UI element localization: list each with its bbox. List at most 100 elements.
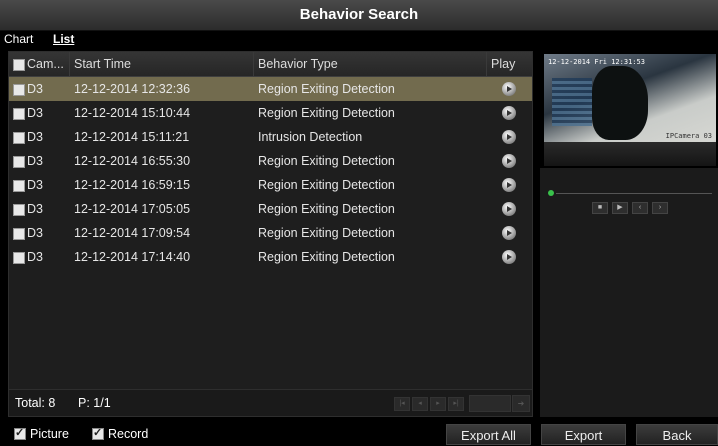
table-row[interactable]: D3 12-12-2014 16:59:15 Region Exiting Dete… [9,173,532,197]
row-camera[interactable]: D3 [13,77,43,101]
table-row[interactable]: D3 12-12-2014 17:05:05 Region Exiting Dete… [9,197,532,221]
prev-icon: ‹ [638,204,642,211]
stop-icon: ■ [597,204,603,211]
play-button[interactable]: ▶ [612,202,628,214]
table-row[interactable]: D3 12-12-2014 12:32:36 Region Exiting Dete… [9,77,532,101]
row-behavior-type: Region Exiting Detection [258,226,395,240]
row-start-time: 12-12-2014 17:14:40 [74,250,191,264]
back-button[interactable]: Back [636,424,718,445]
table-row[interactable]: D3 12-12-2014 17:14:40 Region Exiting Dete… [9,245,532,269]
play-icon: ▶ [617,204,623,211]
view-tabs: Chart List [0,31,718,51]
row-behavior-type: Region Exiting Detection [258,202,395,216]
row-camera-label: D3 [27,250,43,264]
export-all-button[interactable]: Export All [446,424,531,445]
export-button[interactable]: Export [541,424,626,445]
play-icon[interactable] [502,154,516,168]
row-camera[interactable]: D3 [13,221,43,245]
row-start-time: 12-12-2014 16:59:15 [74,178,191,192]
tab-list[interactable]: List [53,32,74,46]
header-behavior-type[interactable]: Behavior Type [254,52,487,76]
play-icon[interactable] [502,202,516,216]
row-camera[interactable]: D3 [13,101,43,125]
table-row[interactable]: D3 12-12-2014 15:10:44 Region Exiting Dete… [9,101,532,125]
play-icon[interactable] [502,250,516,264]
next-button[interactable]: › [652,202,668,214]
row-camera[interactable]: D3 [13,197,43,221]
row-checkbox[interactable] [13,83,25,96]
pagination-controls: |◂ ◂ ▸ ▸| [394,397,464,411]
play-icon[interactable] [502,178,516,192]
row-camera-label: D3 [27,130,43,144]
play-icon[interactable] [502,130,516,144]
table-row[interactable]: D3 12-12-2014 15:11:21 Intrusion Detection [9,125,532,149]
row-camera-label: D3 [27,154,43,168]
picture-check-icon[interactable] [14,426,26,440]
table-row[interactable]: D3 12-12-2014 17:09:54 Region Exiting Dete… [9,221,532,245]
row-camera[interactable]: D3 [13,245,43,269]
header-camera[interactable]: Cam... [9,52,70,76]
row-camera-label: D3 [27,202,43,216]
row-camera[interactable]: D3 [13,125,43,149]
row-checkbox[interactable] [13,179,25,192]
row-camera-label: D3 [27,82,43,96]
row-checkbox[interactable] [13,203,25,216]
header-play-label: Play [491,57,516,71]
record-checkbox[interactable]: Record [92,426,148,441]
preview-floor [544,142,716,166]
row-checkbox[interactable] [13,251,25,264]
row-start-time: 12-12-2014 15:11:21 [74,130,190,144]
next-icon: › [658,204,662,211]
row-start-time: 12-12-2014 17:05:05 [74,202,191,216]
row-checkbox[interactable] [13,131,25,144]
row-camera-label: D3 [27,226,43,240]
play-icon[interactable] [502,82,516,96]
header-start-time[interactable]: Start Time [70,52,254,76]
play-icon[interactable] [502,106,516,120]
row-behavior-type: Intrusion Detection [258,130,363,144]
next-page-icon[interactable]: ▸ [430,397,446,411]
progress-dot-icon[interactable] [548,190,554,196]
preview-camera-label: IPCamera 03 [665,132,712,140]
row-camera[interactable]: D3 [13,149,43,173]
page-indicator: P: 1/1 [78,396,111,410]
header-play: Play [487,52,531,76]
row-checkbox[interactable] [13,155,25,168]
header-start-time-label: Start Time [74,57,131,71]
prev-button[interactable]: ‹ [632,202,648,214]
record-check-icon[interactable] [92,426,104,440]
table-row[interactable]: D3 12-12-2014 16:55:30 Region Exiting Dete… [9,149,532,173]
row-checkbox[interactable] [13,107,25,120]
row-behavior-type: Region Exiting Detection [258,154,395,168]
playback-preview: 12-12-2014 Fri 12:31:53 IPCamera 03 [544,54,716,166]
picture-checkbox[interactable]: Picture [14,426,69,441]
row-checkbox[interactable] [13,227,25,240]
bottom-bar: Picture Record Export All Export Back [0,422,718,445]
first-page-icon[interactable]: |◂ [394,397,410,411]
page-number-input[interactable] [469,395,511,412]
header-behavior-type-label: Behavior Type [258,57,338,71]
play-icon[interactable] [502,226,516,240]
preview-object [592,66,648,140]
row-camera[interactable]: D3 [13,173,43,197]
row-behavior-type: Region Exiting Detection [258,82,395,96]
go-page-icon[interactable]: ➜ [512,395,530,412]
row-start-time: 12-12-2014 12:32:36 [74,82,191,96]
preview-shelf [552,78,592,126]
table-footer: Total: 8 P: 1/1 |◂ ◂ ▸ ▸| ➜ [9,389,532,416]
total-count: Total: 8 [15,396,56,410]
progress-track[interactable] [556,193,712,194]
last-page-icon[interactable]: ▸| [448,397,464,411]
title-bar: Behavior Search [0,0,718,31]
playback-controls-panel: ■ ▶ ‹ › [540,168,718,417]
select-all-checkbox[interactable] [13,58,25,71]
row-start-time: 12-12-2014 17:09:54 [74,226,191,240]
prev-page-icon[interactable]: ◂ [412,397,428,411]
tab-chart[interactable]: Chart [4,32,33,46]
stop-button[interactable]: ■ [592,202,608,214]
row-behavior-type: Region Exiting Detection [258,106,395,120]
row-behavior-type: Region Exiting Detection [258,178,395,192]
results-table: Cam... Start Time Behavior Type Play D3 1… [8,51,533,417]
header-camera-label: Cam... [27,57,64,71]
row-start-time: 12-12-2014 16:55:30 [74,154,191,168]
